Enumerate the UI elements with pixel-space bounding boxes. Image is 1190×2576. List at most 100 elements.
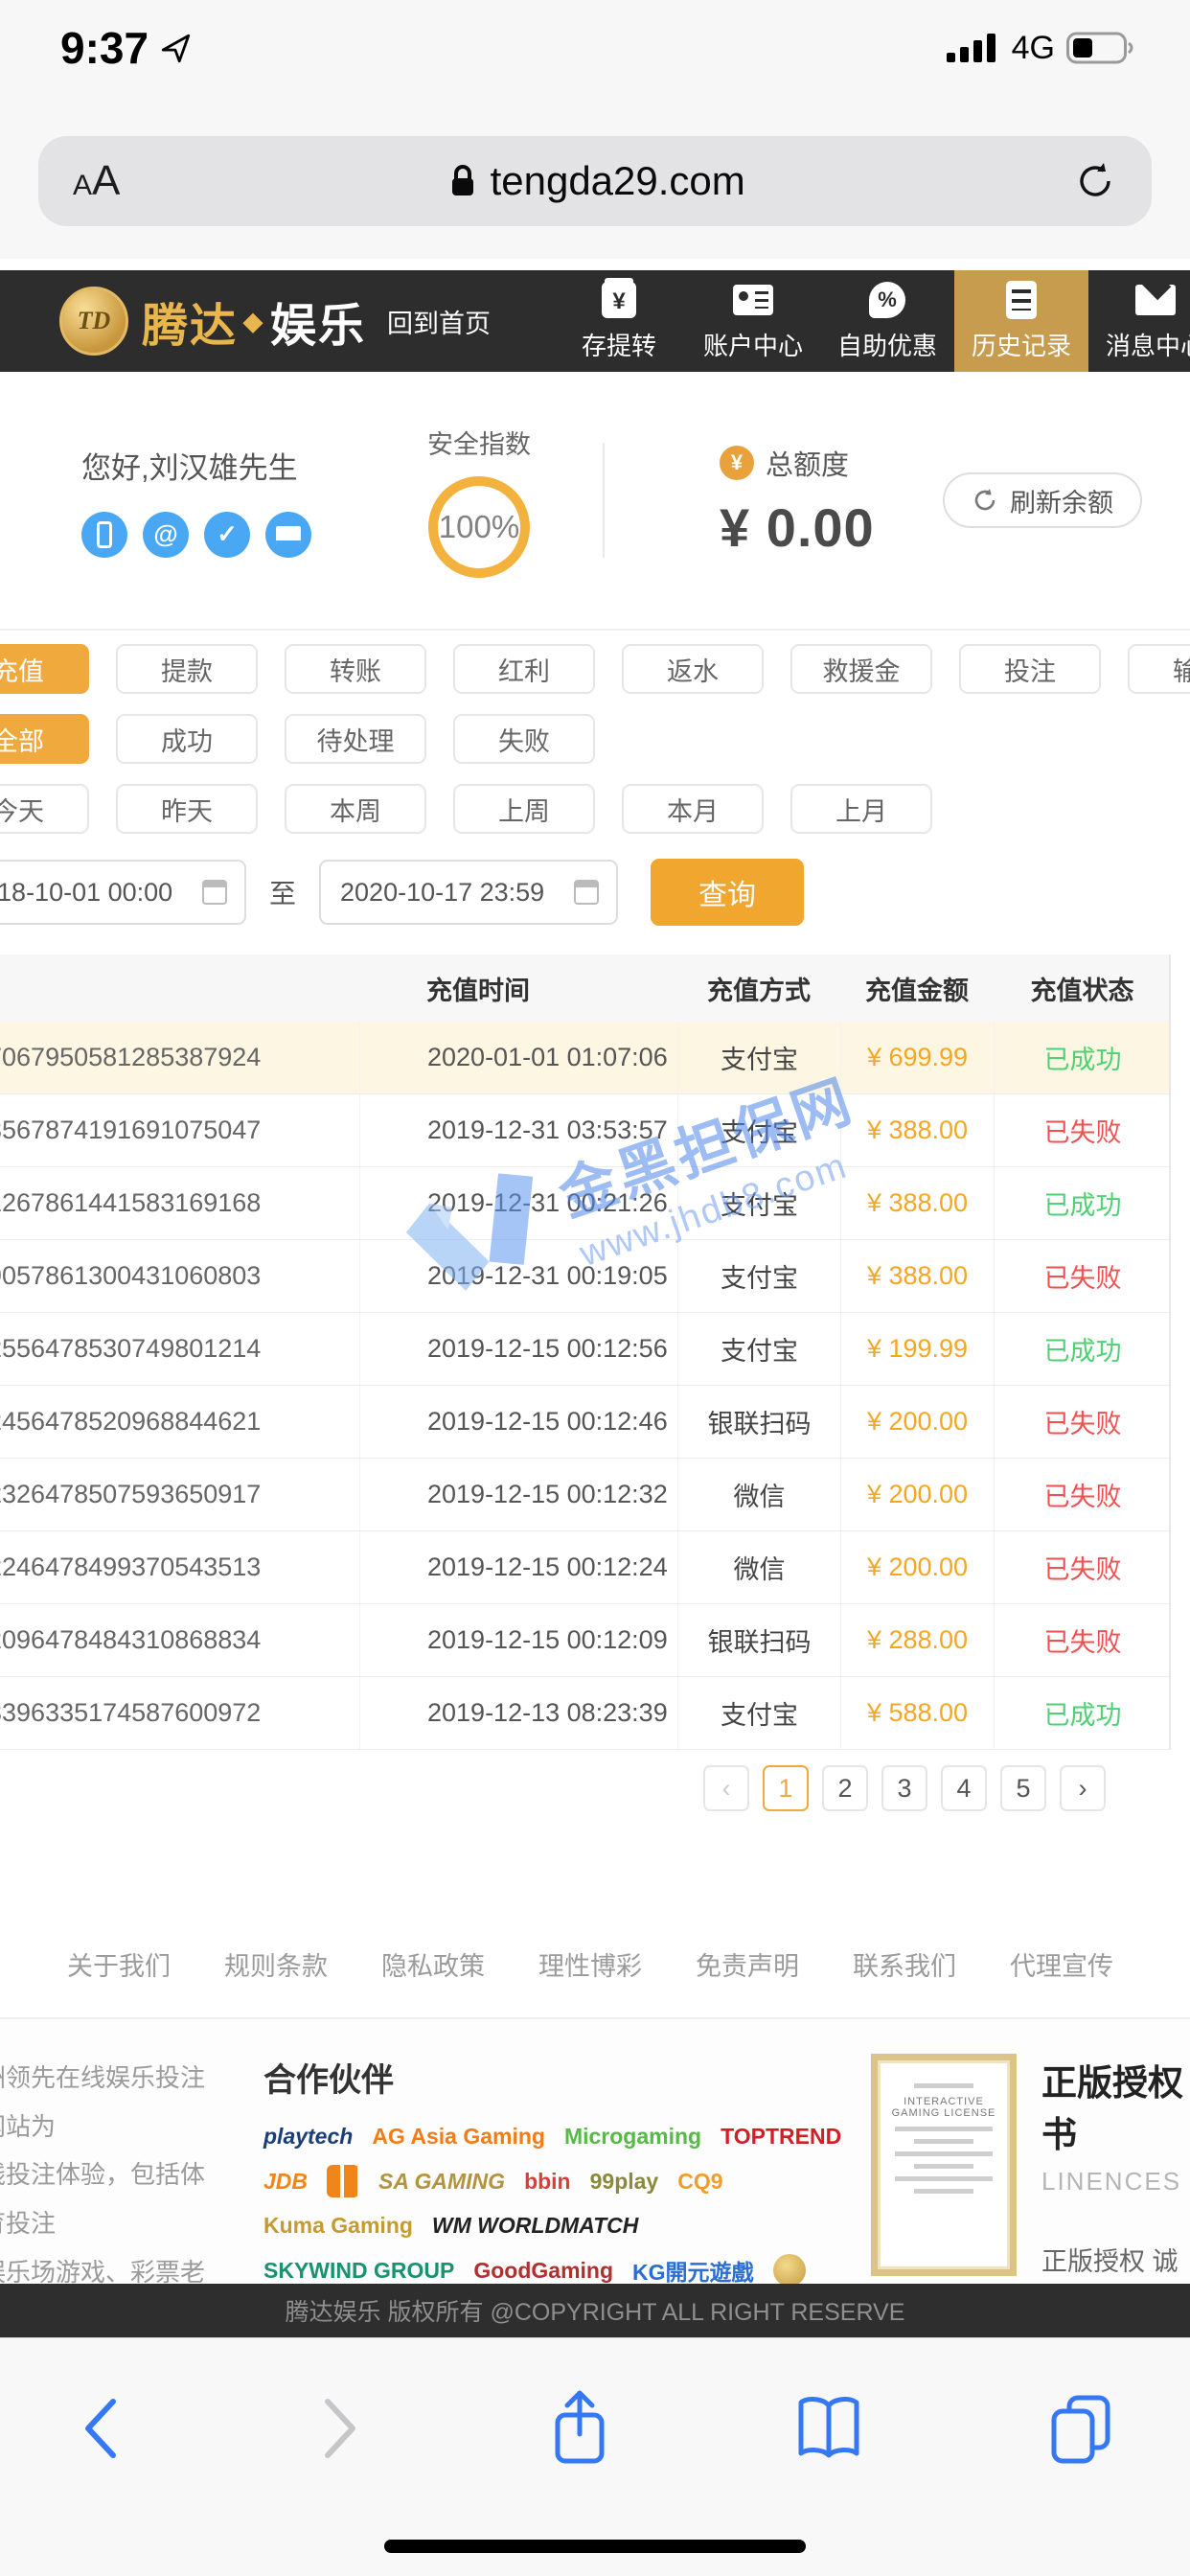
brand-logo[interactable]: TD: [59, 287, 128, 356]
total-balance-value: ¥ 0.00: [720, 496, 875, 559]
safari-address-area: AA tengda29.com: [0, 86, 1190, 259]
deposit-status: 已失败: [994, 1240, 1171, 1312]
pagination: ‹ 1 2 3 4 5 ›: [0, 1765, 1190, 1811]
envelope-icon: [1135, 281, 1176, 319]
refresh-balance-button[interactable]: 刷新余额: [943, 472, 1142, 528]
page-button-3[interactable]: 3: [881, 1765, 927, 1811]
table-row: 3567874191691075047 2019-12-31 03:53:57 …: [0, 1094, 1169, 1167]
filter-type-withdraw[interactable]: 提款: [116, 644, 258, 694]
search-button[interactable]: 查询: [651, 859, 804, 926]
deposit-amount: ¥ 699.99: [840, 1022, 994, 1093]
time-column-header: 充值时间: [359, 970, 677, 1007]
status-column-header: 充值状态: [994, 970, 1171, 1007]
shield-verified-icon[interactable]: ✓: [204, 512, 250, 558]
phone-verified-icon[interactable]: [81, 512, 127, 558]
date-to-input[interactable]: 2020-10-17 23:59: [319, 860, 618, 925]
deposit-time: 2019-12-15 00:12:46: [359, 1386, 677, 1458]
nav-account-center[interactable]: 账户中心: [686, 270, 820, 372]
security-index-ring: 100%: [428, 476, 530, 578]
reload-button[interactable]: [1073, 159, 1117, 203]
brand-secondary: 娱乐: [270, 288, 366, 355]
order-number: 2326478507593650917: [0, 1459, 359, 1530]
filter-date-this-month[interactable]: 本月: [622, 784, 764, 834]
footer-link-rules[interactable]: 规则条款: [224, 1945, 328, 1983]
calendar-icon: [202, 880, 227, 905]
filter-date-today[interactable]: 今天: [0, 784, 89, 834]
tabs-button[interactable]: [1046, 2392, 1113, 2465]
filter-date-last-week[interactable]: 上周: [453, 784, 595, 834]
nav-label: 消息中心: [1106, 327, 1190, 362]
table-row: 2556478530749801214 2019-12-15 00:12:56 …: [0, 1313, 1169, 1386]
url-text: tengda29.com: [491, 158, 745, 204]
filter-status-pending[interactable]: 待处理: [285, 714, 426, 764]
footer-link-disclaimer[interactable]: 免责声明: [696, 1945, 799, 1983]
date-from-input[interactable]: 2018-10-01 00:00: [0, 860, 246, 925]
table-row: 2326478507593650917 2019-12-15 00:12:32 …: [0, 1459, 1169, 1531]
site-header: TD 腾达 ◆ 娱乐 回到首页 ¥ 存提转 账户中心 % 自助优惠 历史记录: [0, 270, 1190, 372]
date-from-value: 2018-10-01 00:00: [0, 878, 172, 908]
filter-type-bet[interactable]: 投注: [959, 644, 1101, 694]
table-row: 2246478499370543513 2019-12-15 00:12:24 …: [0, 1531, 1169, 1604]
filter-type-deposit[interactable]: 充值: [0, 644, 89, 694]
table-row: 1267861441583169168 2019-12-31 00:21:26 …: [0, 1167, 1169, 1240]
filter-status-success[interactable]: 成功: [116, 714, 258, 764]
deposit-status: 已成功: [994, 1167, 1171, 1239]
filter-type-transfer[interactable]: 转账: [285, 644, 426, 694]
deposit-amount: ¥ 288.00: [840, 1604, 994, 1676]
footer-link-contact[interactable]: 联系我们: [853, 1945, 956, 1983]
partner-logo-misc: [327, 2165, 359, 2197]
page-button-5[interactable]: 5: [1000, 1765, 1046, 1811]
footer-link-agent[interactable]: 代理宣传: [1010, 1945, 1113, 1983]
nav-messages[interactable]: 消息中心: [1088, 270, 1190, 372]
filter-status-failed[interactable]: 失败: [453, 714, 595, 764]
prev-page-button[interactable]: ‹: [703, 1765, 749, 1811]
text-size-button[interactable]: AA: [73, 157, 120, 205]
deposit-method: 支付宝: [677, 1094, 840, 1166]
about-line: 线投注体验，包括体育投注: [0, 2150, 225, 2247]
address-bar[interactable]: AA tengda29.com: [38, 136, 1152, 226]
order-number: 3396335174587600972: [0, 1677, 359, 1749]
partner-logo-gold-seal: [773, 2254, 806, 2287]
filter-status-all[interactable]: 全部: [0, 714, 89, 764]
brand-primary: 腾达: [142, 288, 238, 355]
page-button-4[interactable]: 4: [941, 1765, 987, 1811]
nav-deposit-transfer[interactable]: ¥ 存提转: [552, 270, 686, 372]
footer-link-privacy[interactable]: 隐私政策: [381, 1945, 485, 1983]
deposit-amount: ¥ 388.00: [840, 1094, 994, 1166]
nav-history[interactable]: 历史记录: [954, 270, 1088, 372]
filter-date-last-month[interactable]: 上月: [790, 784, 932, 834]
bookmarks-button[interactable]: [795, 2394, 862, 2463]
user-greeting: 您好,刘汉雄先生: [81, 444, 369, 487]
filter-type-winloss[interactable]: 输赢: [1128, 644, 1190, 694]
deposit-status: 已失败: [994, 1459, 1171, 1530]
filter-date-yesterday[interactable]: 昨天: [116, 784, 258, 834]
filter-type-rebate[interactable]: 返水: [622, 644, 764, 694]
forward-button[interactable]: [312, 2396, 364, 2461]
copyright-bar: 腾达娱乐 版权所有 @COPYRIGHT ALL RIGHT RESERVE: [0, 2284, 1190, 2337]
deposit-method: 支付宝: [677, 1677, 840, 1749]
filter-type-bonus[interactable]: 红利: [453, 644, 595, 694]
deposit-time: 2019-12-15 00:12:24: [359, 1531, 677, 1603]
next-page-button[interactable]: ›: [1060, 1765, 1106, 1811]
page-button-2[interactable]: 2: [822, 1765, 868, 1811]
home-indicator[interactable]: [384, 2540, 806, 2553]
network-type: 4G: [1012, 30, 1055, 67]
nav-promotions[interactable]: % 自助优惠: [820, 270, 954, 372]
back-to-home-link[interactable]: 回到首页: [387, 303, 491, 340]
deposit-amount: ¥ 200.00: [840, 1386, 994, 1458]
footer-link-about[interactable]: 关于我们: [67, 1945, 171, 1983]
table-row: 9057861300431060803 2019-12-31 00:19:05 …: [0, 1240, 1169, 1313]
page-button-1[interactable]: 1: [763, 1765, 809, 1811]
footer-link-responsible[interactable]: 理性博彩: [538, 1945, 642, 1983]
license-title: 正版授权书: [1041, 2054, 1190, 2157]
share-button[interactable]: [548, 2388, 611, 2469]
email-verified-icon[interactable]: @: [143, 512, 189, 558]
lock-icon: [448, 162, 477, 200]
bankcard-verified-icon[interactable]: [265, 512, 311, 558]
deposit-method: 支付宝: [677, 1240, 840, 1312]
filter-date-this-week[interactable]: 本周: [285, 784, 426, 834]
refresh-balance-label: 刷新余额: [1010, 482, 1113, 519]
back-button[interactable]: [77, 2396, 128, 2461]
brand-name[interactable]: 腾达 ◆ 娱乐: [142, 288, 366, 355]
filter-type-rescue[interactable]: 救援金: [790, 644, 932, 694]
